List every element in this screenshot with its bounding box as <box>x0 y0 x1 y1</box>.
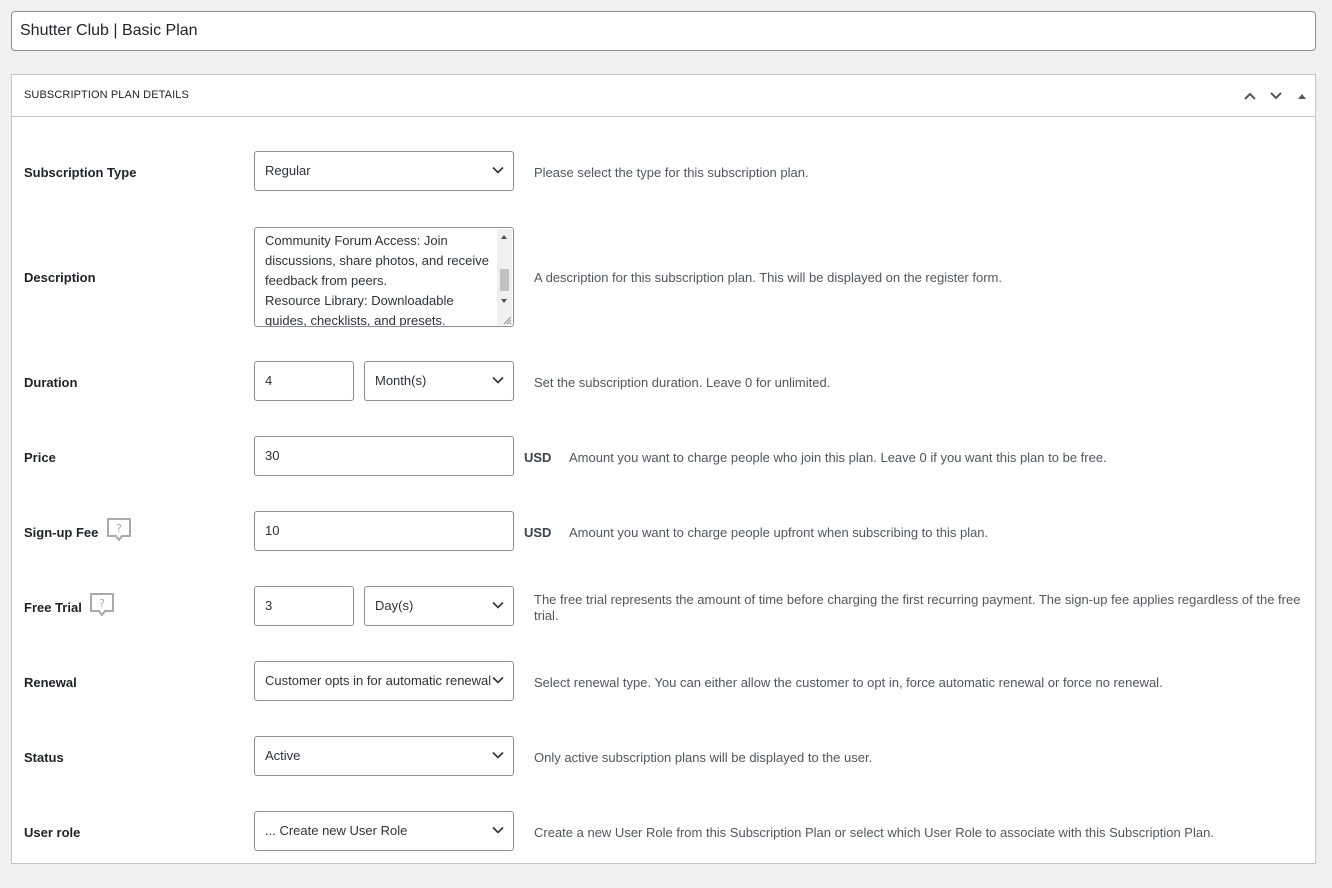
svg-text:?: ? <box>99 597 105 610</box>
description-help: A description for this subscription plan… <box>534 270 1002 285</box>
description-label: Description <box>24 270 96 285</box>
chevron-down-icon <box>492 826 504 834</box>
move-down-button[interactable] <box>1266 87 1286 105</box>
status-value: Active <box>265 748 301 763</box>
free-trial-label: Free Trial <box>24 600 82 615</box>
description-textarea[interactable]: Community Forum Access: Join discussions… <box>254 227 514 327</box>
duration-input[interactable]: 4 <box>254 361 354 401</box>
textarea-scrollbar[interactable] <box>497 229 512 325</box>
triangle-up-icon <box>1298 94 1306 99</box>
description-line: Community Forum Access: Join <box>265 233 448 248</box>
free-trial-help: The free trial represents the amount of … <box>534 592 1314 624</box>
description-line: Resource Library: Downloadable <box>265 293 454 308</box>
chevron-down-icon <box>1270 92 1282 100</box>
panel-title: SUBSCRIPTION PLAN DETAILS <box>24 89 189 101</box>
user-role-help: Create a new User Role from this Subscri… <box>534 825 1214 840</box>
scroll-up-arrow-icon[interactable] <box>501 235 507 239</box>
subscription-type-help: Please select the type for this subscrip… <box>534 165 809 180</box>
user-role-select[interactable]: ... Create new User Role <box>254 811 514 851</box>
renewal-select[interactable]: Customer opts in for automatic renewal <box>254 661 514 701</box>
renewal-value: Customer opts in for automatic renewal <box>265 673 492 688</box>
chevron-down-icon <box>492 676 504 684</box>
description-line: guides, checklists, and presets. <box>265 313 446 327</box>
subscription-plan-details-panel: SUBSCRIPTION PLAN DETAILS Subscription T… <box>11 74 1316 864</box>
subscription-type-value: Regular <box>265 163 311 178</box>
chevron-down-icon <box>492 166 504 174</box>
chevron-down-icon <box>492 376 504 384</box>
user-role-label: User role <box>24 825 81 840</box>
resize-grip-icon[interactable] <box>503 316 512 325</box>
free-trial-input[interactable]: 3 <box>254 586 354 626</box>
price-input[interactable]: 30 <box>254 436 514 476</box>
help-icon[interactable]: ? <box>89 592 115 618</box>
status-help: Only active subscription plans will be d… <box>534 750 873 765</box>
svg-text:?: ? <box>116 522 122 535</box>
signup-fee-currency: USD <box>524 525 552 540</box>
duration-unit-value: Month(s) <box>375 373 427 388</box>
price-label: Price <box>24 450 56 465</box>
chevron-down-icon <box>492 751 504 759</box>
signup-fee-label: Sign-up Fee <box>24 525 99 540</box>
free-trial-unit-value: Day(s) <box>375 598 414 613</box>
scroll-thumb[interactable] <box>500 269 509 291</box>
status-label: Status <box>24 750 64 765</box>
help-icon[interactable]: ? <box>106 517 132 543</box>
description-line: discussions, share photos, and receive <box>265 253 490 268</box>
price-help: Amount you want to charge people who joi… <box>569 450 1107 465</box>
free-trial-help-line: trial. <box>534 608 559 623</box>
duration-label: Duration <box>24 375 78 390</box>
subscription-type-select[interactable]: Regular <box>254 151 514 191</box>
subscription-type-label: Subscription Type <box>24 165 137 180</box>
duration-unit-select[interactable]: Month(s) <box>364 361 514 401</box>
renewal-help: Select renewal type. You can either allo… <box>534 675 1163 690</box>
free-trial-help-line: The free trial represents the amount of … <box>534 592 1301 607</box>
price-currency: USD <box>524 450 552 465</box>
duration-help: Set the subscription duration. Leave 0 f… <box>534 375 831 390</box>
panel-header: SUBSCRIPTION PLAN DETAILS <box>12 75 1315 117</box>
chevron-down-icon <box>492 601 504 609</box>
description-line: feedback from peers. <box>265 273 388 288</box>
chevron-up-icon <box>1244 92 1256 100</box>
status-select[interactable]: Active <box>254 736 514 776</box>
user-role-value: ... Create new User Role <box>265 823 408 838</box>
free-trial-unit-select[interactable]: Day(s) <box>364 586 514 626</box>
toggle-panel-button[interactable] <box>1292 87 1312 105</box>
scroll-down-arrow-icon[interactable] <box>501 299 507 303</box>
signup-fee-help: Amount you want to charge people upfront… <box>569 525 989 540</box>
signup-fee-input[interactable]: 10 <box>254 511 514 551</box>
plan-title-input[interactable]: Shutter Club | Basic Plan <box>11 11 1316 51</box>
renewal-label: Renewal <box>24 675 77 690</box>
move-up-button[interactable] <box>1240 87 1260 105</box>
